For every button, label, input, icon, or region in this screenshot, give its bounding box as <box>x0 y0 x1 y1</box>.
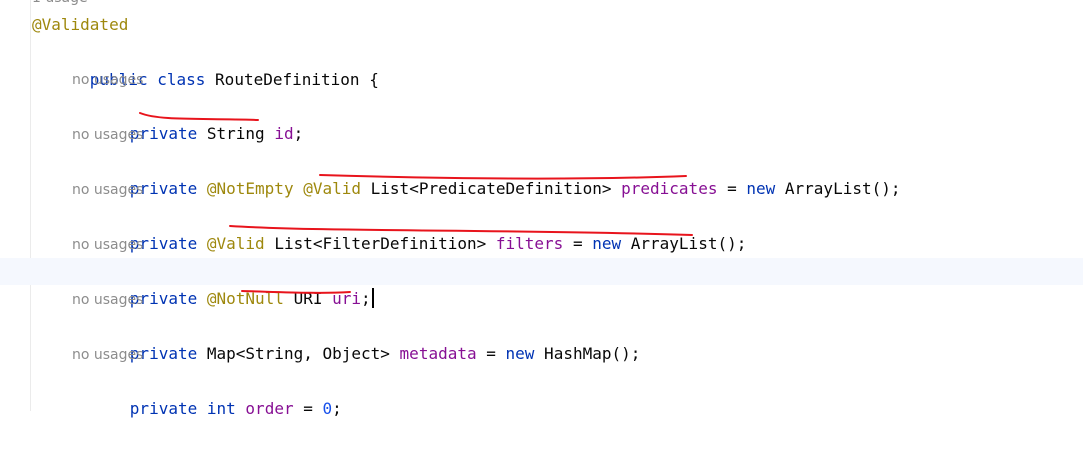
field-name-order: order <box>245 399 294 418</box>
text-caret <box>371 288 374 308</box>
code-line-uri-field: private @NotNull URI uri; <box>0 258 1083 308</box>
usage-hint[interactable]: no usages <box>72 345 143 365</box>
field-name-metadata: metadata <box>399 344 477 363</box>
new-keyword: new <box>592 234 622 253</box>
code-editor[interactable]: 1 usage @Validated public class RouteDef… <box>0 0 1083 418</box>
new-keyword: new <box>505 344 535 363</box>
valid-annotation: @Valid <box>206 234 265 253</box>
usage-hint[interactable]: no usages <box>72 70 143 90</box>
notnull-annotation: @NotNull <box>206 289 284 308</box>
usage-hint[interactable]: no usages <box>72 290 143 310</box>
field-type: String <box>206 124 265 143</box>
field-type: List<PredicateDefinition> <box>370 179 612 198</box>
class-name: RouteDefinition <box>215 70 360 89</box>
code-line-order-field: private int order = 0; <box>129 399 342 418</box>
field-name-predicates: predicates <box>621 179 718 198</box>
code-line-annotation: @Validated <box>0 11 1083 38</box>
field-type: int <box>206 399 236 418</box>
new-keyword: new <box>746 179 776 198</box>
usage-hint[interactable]: no usages <box>72 180 143 200</box>
validated-annotation: @Validated <box>32 15 129 34</box>
field-type: List<FilterDefinition> <box>274 234 487 253</box>
code-line-id-field: private String id; <box>129 124 304 143</box>
field-name-filters: filters <box>495 234 564 253</box>
code-line-class-declaration: public class RouteDefinition { <box>0 39 1083 89</box>
private-keyword: private <box>129 399 198 418</box>
field-name-id: id <box>274 124 294 143</box>
class-keyword: class <box>157 70 206 89</box>
usage-hint[interactable]: 1 usage <box>32 0 88 8</box>
code-line-predicates-field: private @NotEmpty @Valid List<PredicateD… <box>129 179 901 198</box>
field-type: URI <box>293 289 323 308</box>
open-brace: { <box>369 70 379 89</box>
usage-hint[interactable]: no usages <box>72 125 143 145</box>
number-literal: 0 <box>322 399 333 418</box>
code-line-filters-field: private @Valid List<FilterDefinition> fi… <box>129 234 747 253</box>
usage-hint[interactable]: no usages <box>72 235 143 255</box>
code-line-metadata-field: private Map<String, Object> metadata = n… <box>129 344 641 363</box>
notempty-annotation: @NotEmpty <box>206 179 294 198</box>
valid-annotation: @Valid <box>303 179 362 198</box>
field-name-uri: uri <box>332 289 362 308</box>
field-type: Map<String, Object> <box>206 344 390 363</box>
